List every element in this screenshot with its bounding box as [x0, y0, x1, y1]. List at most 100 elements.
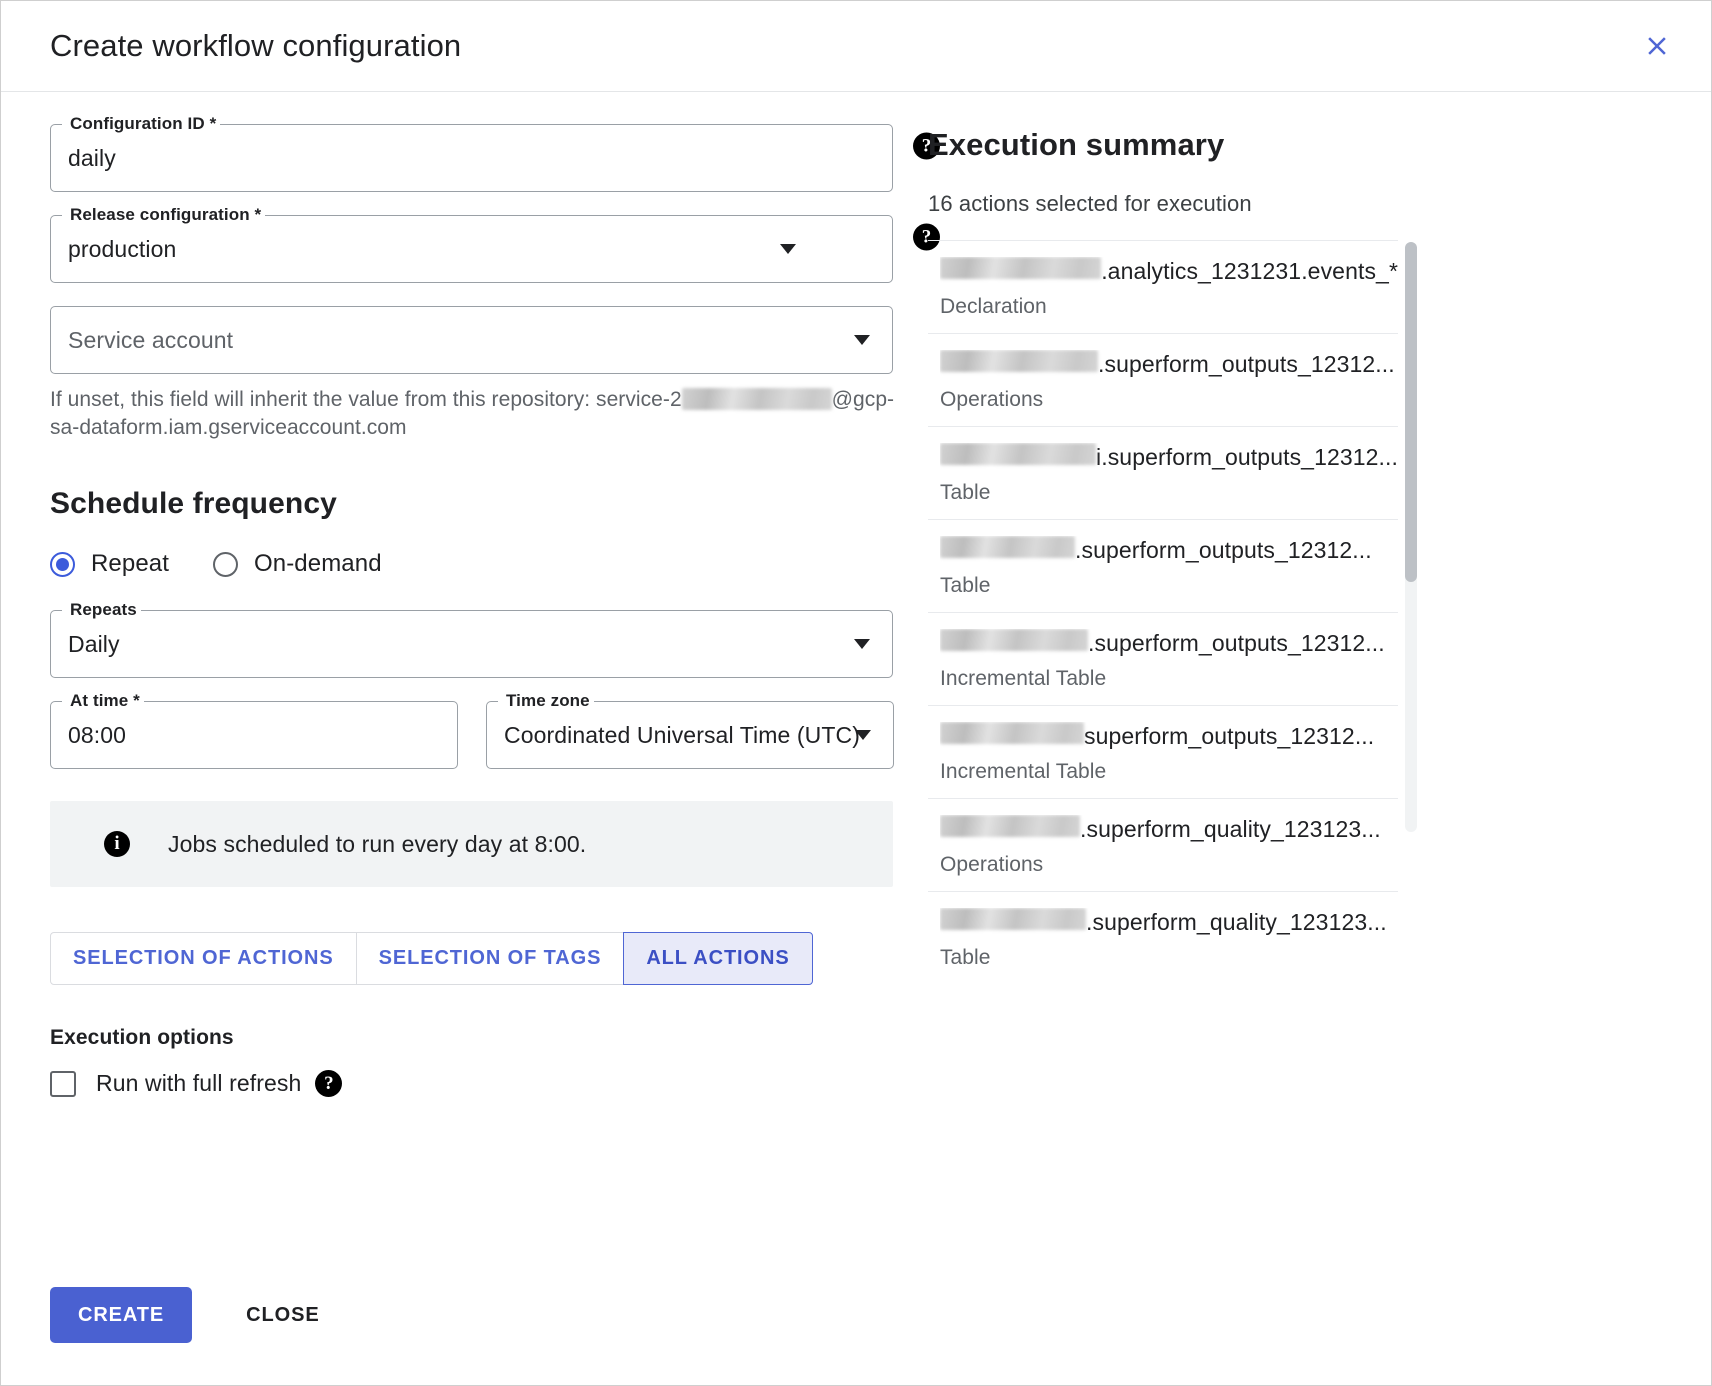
action-type: Incremental Table	[940, 667, 1107, 690]
release-configuration-value: production	[68, 235, 177, 262]
action-type: Operations	[940, 853, 1044, 876]
redacted-project-name	[940, 629, 1088, 651]
action-type: Table	[940, 946, 991, 969]
action-list: .analytics_1231231.events_* Declaration .s…	[928, 240, 1417, 984]
action-list-scrollbar[interactable]	[1405, 242, 1417, 832]
at-time-field[interactable]: At time * 08:00	[50, 691, 458, 770]
redacted-project-name	[940, 443, 1096, 465]
list-item[interactable]: .superform_outputs_12312... Operations	[928, 333, 1398, 426]
action-name-text: .superform_quality_123123...	[1086, 909, 1387, 935]
execution-summary-count: 16 actions selected for execution	[928, 191, 1252, 216]
run-with-full-refresh-help-icon[interactable]: ?	[315, 1070, 343, 1098]
time-fields-row: At time * 08:00 Time zone Coordinated Un…	[50, 691, 911, 770]
configuration-id-label: Configuration ID *	[66, 114, 221, 134]
dialog-header: Create workflow configuration	[1, 1, 1711, 92]
time-zone-label: Time zone	[502, 691, 594, 712]
action-name: .analytics_1231231.events_*	[940, 257, 1398, 285]
repeats-value: Daily	[68, 630, 120, 657]
execution-options-heading: Execution options	[50, 1026, 234, 1050]
action-type: Table	[940, 574, 991, 597]
action-name-text: .analytics_1231231.events_*	[1101, 258, 1398, 284]
service-account-helper-text: If unset, this field will inherit the va…	[50, 386, 895, 441]
configuration-id-input[interactable]: daily	[51, 145, 116, 172]
close-button[interactable]: CLOSE	[228, 1287, 337, 1343]
time-zone-value: Coordinated Universal Time (UTC)	[504, 721, 860, 748]
radio-repeat-label: Repeat	[91, 550, 169, 578]
release-configuration-row: Release configuration * production ?	[50, 205, 940, 283]
tab-selection-of-actions[interactable]: SELECTION OF ACTIONS	[50, 932, 357, 986]
redacted-project-name	[940, 908, 1086, 930]
chevron-down-icon[interactable]	[780, 244, 796, 254]
action-name-text: .superform_outputs_12312...	[1075, 537, 1372, 563]
schedule-info-banner: i Jobs scheduled to run every day at 8:0…	[50, 801, 893, 888]
action-name: i.superform_outputs_12312...	[940, 443, 1398, 471]
info-icon: i	[104, 831, 130, 858]
service-account-row: Service account	[50, 306, 911, 374]
redacted-project-name	[940, 722, 1084, 744]
action-name: .superform_outputs_12312...	[940, 629, 1398, 657]
list-item[interactable]: .superform_outputs_12312... Table	[928, 519, 1398, 612]
redacted-project-name	[940, 536, 1075, 558]
list-item[interactable]: .superform_quality_123123... Table	[928, 891, 1398, 984]
redacted-project-id	[681, 388, 832, 410]
create-workflow-configuration-dialog: Create workflow configuration Configurat…	[0, 0, 1712, 1386]
configuration-id-row: Configuration ID * daily ?	[50, 114, 940, 192]
configuration-id-field[interactable]: Configuration ID * daily ?	[50, 114, 940, 192]
action-name-text: .superform_outputs_12312...	[1088, 630, 1385, 656]
list-item[interactable]: .superform_quality_123123... Operations	[928, 798, 1398, 891]
chevron-down-icon[interactable]	[854, 639, 870, 650]
tab-selection-of-tags[interactable]: SELECTION OF TAGS	[355, 932, 625, 986]
action-name: .superform_outputs_12312...	[940, 350, 1398, 378]
chevron-down-icon[interactable]	[855, 730, 871, 741]
schedule-info-text: Jobs scheduled to run every day at 8:00.	[168, 830, 587, 857]
action-type: Declaration	[940, 295, 1047, 318]
radio-on-demand-label: On-demand	[254, 550, 382, 578]
dialog-footer: CREATE CLOSE	[50, 1287, 338, 1343]
page-title: Create workflow configuration	[50, 28, 462, 63]
action-name-text: i.superform_outputs_12312...	[1096, 444, 1398, 470]
release-configuration-field[interactable]: Release configuration * production ?	[50, 205, 940, 283]
action-type: Incremental Table	[940, 760, 1107, 783]
service-account-helper-prefix: If unset, this field will inherit the va…	[50, 388, 682, 411]
list-item[interactable]: i.superform_outputs_12312... Table	[928, 426, 1398, 519]
list-item[interactable]: .superform_outputs_12312... Incremental T…	[928, 612, 1398, 705]
redacted-project-name	[940, 350, 1098, 372]
action-name: .superform_quality_123123...	[940, 815, 1398, 843]
action-name: superform_outputs_12312...	[940, 722, 1398, 750]
create-button[interactable]: CREATE	[50, 1287, 193, 1343]
action-type: Operations	[940, 388, 1044, 411]
close-icon[interactable]	[1633, 22, 1681, 70]
list-item[interactable]: .analytics_1231231.events_* Declaration	[928, 240, 1398, 333]
at-time-input[interactable]: 08:00	[51, 722, 126, 749]
repeats-field[interactable]: Repeats Daily	[50, 600, 893, 679]
action-list-scroll-thumb[interactable]	[1405, 242, 1417, 582]
chevron-down-icon[interactable]	[854, 335, 870, 345]
action-name-text: superform_outputs_12312...	[1084, 723, 1375, 749]
execution-summary-panel: Execution summary 16 actions selected fo…	[911, 92, 1711, 1385]
configuration-form: Configuration ID * daily ? Release confi…	[1, 92, 940, 1385]
schedule-frequency-heading: Schedule frequency	[50, 487, 337, 521]
run-with-full-refresh-label: Run with full refresh	[96, 1070, 302, 1097]
action-name: .superform_outputs_12312...	[940, 536, 1398, 564]
schedule-frequency-radio-group: Repeat On-demand	[50, 550, 911, 578]
action-type: Table	[940, 481, 991, 504]
repeats-row: Repeats Daily	[50, 600, 911, 679]
execution-summary-heading: Execution summary	[928, 127, 1225, 162]
run-with-full-refresh-row: Run with full refresh ?	[50, 1070, 911, 1098]
tab-all-actions[interactable]: ALL ACTIONS	[623, 932, 813, 986]
list-item[interactable]: superform_outputs_12312... Incremental Ta…	[928, 705, 1398, 798]
radio-on-demand[interactable]: On-demand	[213, 550, 382, 578]
redacted-project-name	[940, 815, 1080, 837]
radio-repeat[interactable]: Repeat	[50, 550, 169, 578]
service-account-select[interactable]: Service account	[51, 327, 233, 354]
dialog-body: Configuration ID * daily ? Release confi…	[1, 92, 1711, 1385]
action-name: .superform_quality_123123...	[940, 908, 1398, 936]
run-with-full-refresh-checkbox[interactable]	[50, 1070, 76, 1097]
time-zone-field[interactable]: Time zone Coordinated Universal Time (UT…	[486, 691, 894, 770]
repeats-label: Repeats	[66, 600, 141, 621]
radio-repeat-icon[interactable]	[50, 551, 75, 577]
service-account-field[interactable]: Service account	[50, 306, 893, 374]
release-configuration-label: Release configuration *	[66, 205, 266, 225]
radio-on-demand-icon[interactable]	[213, 551, 238, 577]
action-selection-tabs: SELECTION OF ACTIONS SELECTION OF TAGS A…	[50, 932, 911, 986]
